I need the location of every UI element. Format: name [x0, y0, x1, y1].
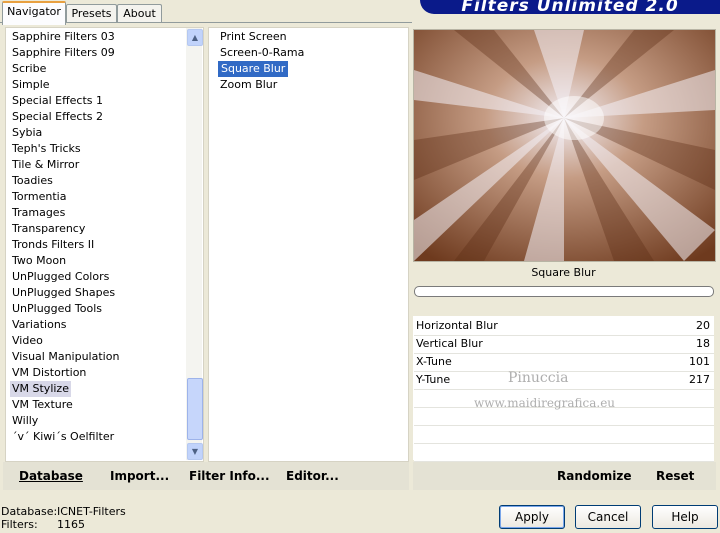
status-filters-label: Filters: [1, 518, 38, 531]
category-item[interactable]: Tile & Mirror [10, 157, 79, 173]
param-value: 101 [689, 355, 710, 368]
scroll-up-icon[interactable]: ▲ [187, 29, 203, 46]
filter-list[interactable]: Print Screen Screen-0-Rama Square Blur Zoom… [208, 27, 409, 462]
param-slider[interactable]: Vertical Blur 18 [414, 335, 714, 354]
category-item[interactable]: UnPlugged Tools [10, 301, 102, 317]
status-database-value: ICNET-Filters [57, 505, 126, 518]
watermark-url: www.maidiregrafica.eu [474, 396, 616, 410]
category-item[interactable]: Teph's Tricks [10, 141, 81, 157]
empty-param-row [414, 444, 714, 462]
import-button[interactable]: Import... [110, 469, 169, 483]
scroll-down-icon[interactable]: ▼ [187, 443, 203, 460]
tab-presets[interactable]: Presets [66, 4, 117, 23]
category-item[interactable]: VM Distortion [10, 365, 86, 381]
database-button[interactable]: Database [19, 469, 83, 483]
category-item[interactable]: UnPlugged Colors [10, 269, 109, 285]
filter-item[interactable]: Square Blur [218, 61, 289, 77]
filter-item[interactable]: Zoom Blur [218, 77, 277, 93]
status-database-label: Database: [1, 505, 58, 518]
category-item[interactable]: Tramages [10, 205, 65, 221]
param-value: 18 [696, 337, 710, 350]
scroll-thumb[interactable] [187, 378, 203, 440]
category-item[interactable]: Tormentia [10, 189, 66, 205]
category-item[interactable]: Video [10, 333, 43, 349]
tab-navigator[interactable]: Navigator [2, 1, 66, 25]
category-item[interactable]: UnPlugged Shapes [10, 285, 115, 301]
category-item[interactable]: Sapphire Filters 09 [10, 45, 115, 61]
randomize-button[interactable]: Randomize [557, 469, 631, 483]
category-item[interactable]: Scribe [10, 61, 46, 77]
category-item[interactable]: Tronds Filters II [10, 237, 94, 253]
param-label: Y-Tune [416, 373, 451, 386]
status-filters-value: 1165 [57, 518, 85, 531]
category-list[interactable]: Sapphire Filters 03 Sapphire Filters 09 Sc… [5, 27, 204, 462]
category-item[interactable]: Variations [10, 317, 67, 333]
filter-item[interactable]: Print Screen [218, 29, 287, 45]
category-scrollbar[interactable]: ▲ ▼ [186, 28, 203, 460]
param-label: Vertical Blur [416, 337, 483, 350]
param-label: Horizontal Blur [416, 319, 498, 332]
category-item[interactable]: VM Stylize [10, 381, 71, 397]
category-item[interactable]: Special Effects 2 [10, 109, 103, 125]
category-item[interactable]: Sybia [10, 125, 42, 141]
category-item[interactable]: Toadies [10, 173, 53, 189]
preview-graphic [414, 30, 715, 261]
category-item[interactable]: ´v´ Kiwi´s Oelfilter [10, 429, 114, 445]
watermark-text: Pinuccia [508, 370, 569, 386]
category-item[interactable]: Simple [10, 77, 50, 93]
preview-filter-name: Square Blur [531, 266, 596, 279]
param-value: 217 [689, 373, 710, 386]
help-button[interactable]: Help [652, 505, 718, 529]
category-item[interactable]: Two Moon [10, 253, 66, 269]
param-slider[interactable]: Horizontal Blur 20 [414, 317, 714, 336]
empty-param-row [414, 408, 714, 426]
param-value: 20 [696, 319, 710, 332]
preview-image[interactable] [413, 29, 716, 262]
cancel-button[interactable]: Cancel [575, 505, 641, 529]
category-item[interactable]: Visual Manipulation [10, 349, 119, 365]
param-label: X-Tune [416, 355, 452, 368]
apply-button[interactable]: Apply [499, 505, 565, 529]
tab-about[interactable]: About [117, 4, 162, 23]
category-item[interactable]: Willy [10, 413, 38, 429]
category-item[interactable]: VM Texture [10, 397, 73, 413]
category-item[interactable]: Sapphire Filters 03 [10, 29, 115, 45]
category-item[interactable]: Special Effects 1 [10, 93, 103, 109]
filter-item[interactable]: Screen-0-Rama [218, 45, 304, 61]
category-item[interactable]: Transparency [10, 221, 85, 237]
editor-button[interactable]: Editor... [286, 469, 339, 483]
progress-bar [414, 286, 714, 297]
filter-info-button[interactable]: Filter Info... [189, 469, 270, 483]
empty-param-row [414, 426, 714, 444]
reset-button[interactable]: Reset [656, 469, 694, 483]
app-banner: Filters Unlimited 2.0 [420, 0, 720, 14]
